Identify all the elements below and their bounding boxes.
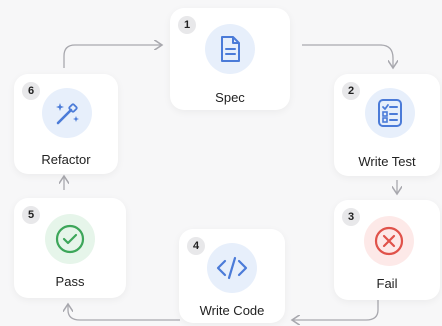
document-icon [205,24,255,74]
step-number-badge: 6 [22,82,40,100]
step-label: Fail [376,276,398,291]
step-card-write-code: 4 Write Code [179,229,285,323]
arrow-writecode-to-pass [68,304,180,321]
step-number-badge: 2 [342,82,360,100]
step-card-refactor: 6 Refactor [14,74,118,174]
step-number-badge: 5 [22,206,40,224]
step-label: Pass [55,274,85,289]
step-label: Write Test [358,154,416,169]
step-label: Write Code [199,303,265,318]
step-label: Spec [215,90,245,105]
checklist-icon [365,88,415,138]
step-card-pass: 5 Pass [14,198,126,298]
x-circle-icon [364,216,414,266]
tdd-cycle-diagram: 1 Spec 2 Write Test 3 Fail 4 Write Code … [0,0,442,326]
arrow-refactor-to-spec [63,45,162,68]
step-card-fail: 3 Fail [334,200,440,300]
step-number-badge: 4 [187,237,205,255]
arrow-spec-to-writetest [302,44,393,68]
step-label: Refactor [41,152,91,167]
check-circle-icon [45,214,95,264]
code-icon [207,243,257,293]
step-card-spec: 1 Spec [170,8,290,110]
arrow-fail-to-writecode [292,300,379,320]
step-number-badge: 1 [178,16,196,34]
magic-wand-icon [42,88,92,138]
step-card-write-test: 2 Write Test [334,74,440,176]
step-number-badge: 3 [342,208,360,226]
